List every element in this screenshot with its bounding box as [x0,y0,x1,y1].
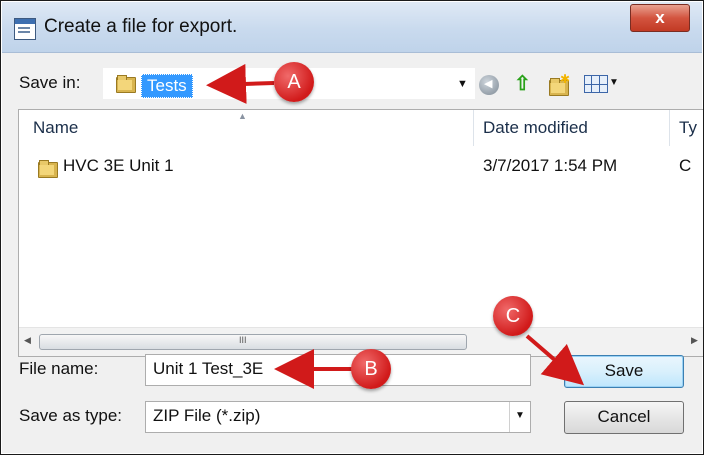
file-list[interactable]: Name ▲ Date modified Ty HVC 3E Unit 1 3/… [18,109,703,357]
scroll-grip: III [239,335,247,345]
file-name-label: File name: [19,359,99,378]
scroll-right-icon[interactable]: ▶ [691,335,698,346]
new-folder-icon[interactable]: ✱ [548,72,570,96]
save-as-type-label: Save as type: [19,406,123,425]
save-button[interactable]: Save [564,355,684,388]
back-icon[interactable] [479,75,499,95]
callout-b: B [351,349,391,389]
callout-a: A [274,62,314,102]
export-dialog: Create a file for export. x Save in: Tes… [0,0,704,455]
callout-c: C [493,296,533,336]
column-header-date-modified[interactable]: Date modified [483,110,663,146]
scroll-left-icon[interactable]: ◀ [24,335,31,346]
file-name-value: Unit 1 Test_3E [153,359,264,378]
save-in-label: Save in: [19,73,81,92]
view-menu-arrow-icon[interactable]: ▼ [609,77,619,88]
close-button[interactable]: x [630,4,690,32]
title-bar: Create a file for export. x [2,2,702,53]
up-folder-icon[interactable]: ⇧ [514,74,534,95]
save-as-type-arrow-icon[interactable]: ▼ [509,402,530,432]
save-as-type-dropdown[interactable]: ZIP File (*.zip) ▼ [145,401,531,433]
list-item-type: C [679,156,692,175]
dialog-body: Save in: Tests ▼ ⇧ ✱ ▼ Name ▲ Date modif… [2,53,703,453]
column-header-name[interactable]: Name [33,110,473,146]
sort-indicator-icon: ▲ [238,111,247,121]
folder-icon [116,75,136,93]
save-in-folder-name: Tests [141,74,193,98]
folder-icon [38,159,58,178]
dialog-title: Create a file for export. [44,16,238,37]
app-icon [14,18,36,40]
list-item-name: HVC 3E Unit 1 [63,156,174,175]
cancel-button[interactable]: Cancel [564,401,684,434]
view-menu-icon[interactable] [584,75,608,93]
list-item-date: 3/7/2017 1:54 PM [483,156,618,175]
save-as-type-value: ZIP File (*.zip) [153,406,261,425]
file-name-input[interactable]: Unit 1 Test_3E [145,354,531,386]
save-in-dropdown-arrow-icon[interactable]: ▼ [457,78,468,90]
column-header-type[interactable]: Ty [679,110,703,146]
scroll-thumb[interactable]: III [39,334,467,350]
